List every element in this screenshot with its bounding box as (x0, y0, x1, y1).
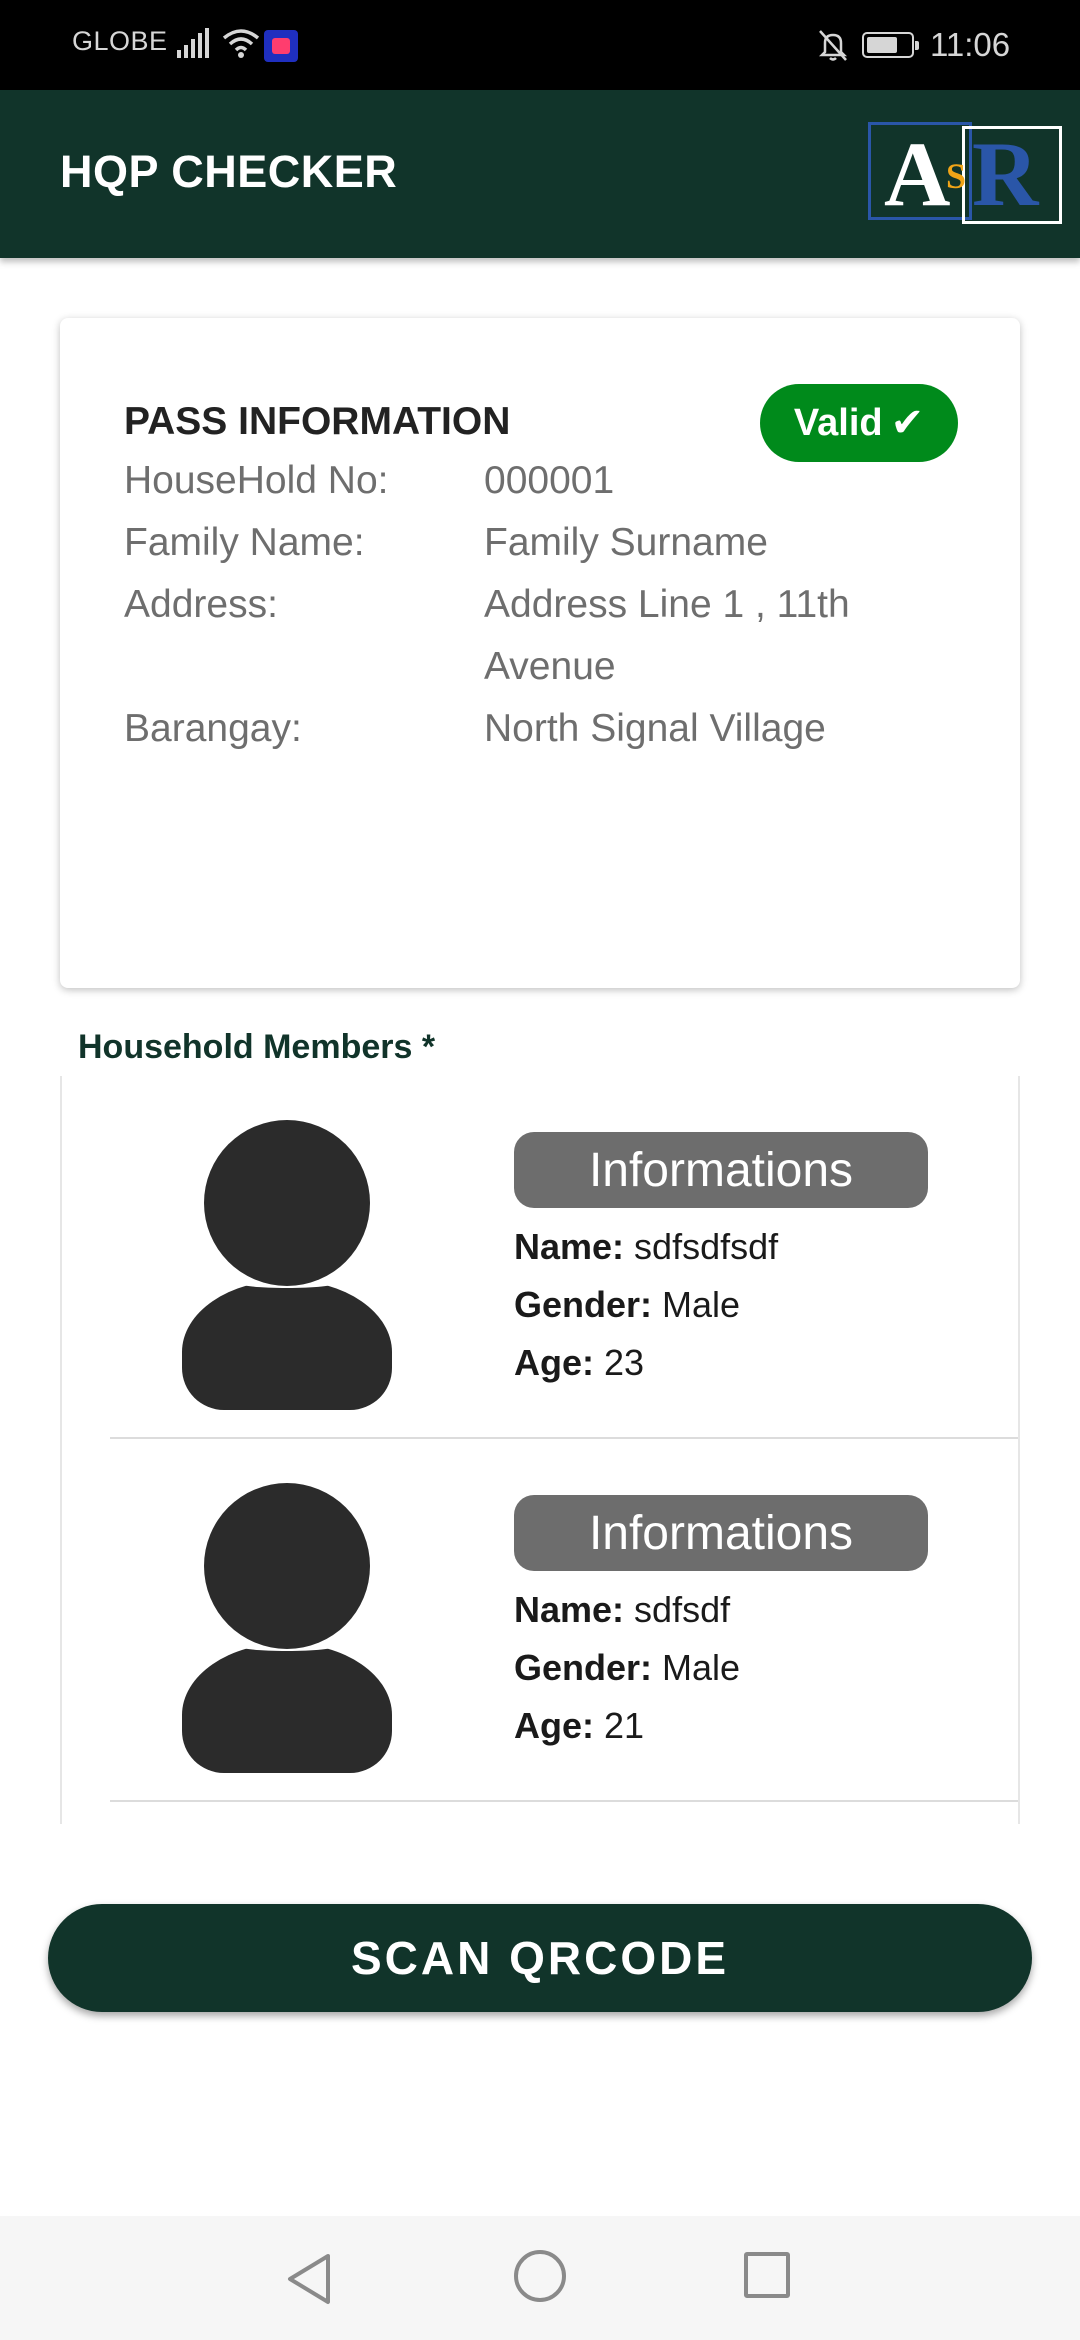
logo-letter-s: S (946, 156, 967, 196)
age-value: 21 (604, 1705, 645, 1746)
member-age: Age: 23 (514, 1342, 644, 1384)
logo-letter-r: R (972, 123, 1039, 225)
member-name: Name: sdfsdfsdf (514, 1226, 778, 1268)
gender-value: Male (662, 1284, 741, 1325)
status-bar: GLOBE 11:06 (0, 0, 1080, 90)
scan-qrcode-button[interactable]: SCAN QRCODE (48, 1904, 1032, 2012)
age-value: 23 (604, 1342, 645, 1383)
address-value: Address Line 1 , 11th Avenue (484, 583, 850, 688)
pass-information-card: PASS INFORMATION Valid ✔ HouseHold No: 0… (60, 318, 1020, 988)
barangay-value: North Signal Village (484, 707, 826, 750)
age-label: Age: (514, 1342, 604, 1383)
family-name-value: Family Surname (484, 521, 768, 564)
household-no-value: 000001 (484, 459, 615, 502)
lazada-app-icon (264, 30, 298, 62)
gender-label: Gender: (514, 1647, 663, 1688)
recent-apps-icon[interactable] (744, 2252, 790, 2298)
logo-letter-a: A (884, 123, 951, 225)
member-age: Age: 21 (514, 1705, 644, 1747)
name-label: Name: (514, 1226, 635, 1267)
member-gender: Gender: Male (514, 1647, 740, 1689)
name-value: sdfsdf (634, 1589, 731, 1630)
members-list[interactable]: Informations Name: sdfsdfsdf Gender: Mal… (60, 1076, 1020, 1824)
back-icon[interactable] (284, 2252, 334, 2311)
app-title: HQP CHECKER (60, 146, 398, 197)
divider (110, 1800, 1018, 1802)
avatar-icon (182, 1120, 392, 1410)
gender-label: Gender: (514, 1284, 663, 1325)
name-value: sdfsdfsdf (634, 1226, 779, 1267)
barangay-label: Barangay: (124, 707, 302, 750)
age-label: Age: (514, 1705, 604, 1746)
battery-icon (862, 32, 919, 58)
pass-heading: PASS INFORMATION (124, 400, 511, 443)
app-bar: HQP CHECKER A R S (0, 90, 1080, 258)
member-name: Name: sdfsdf (514, 1589, 730, 1631)
gender-value: Male (662, 1647, 741, 1688)
avatar-icon (182, 1483, 392, 1773)
informations-header: Informations (514, 1495, 928, 1571)
household-no-label: HouseHold No: (124, 459, 389, 502)
bell-off-icon (816, 28, 850, 67)
home-icon[interactable] (514, 2250, 566, 2302)
informations-header: Informations (514, 1132, 928, 1208)
status-label: Valid (793, 401, 883, 444)
system-nav-bar (0, 2216, 1080, 2340)
list-item[interactable]: Informations Name: sdfsdfsdf Gender: Mal… (62, 1076, 1018, 1439)
carrier-name: GLOBE (72, 26, 168, 56)
address-label: Address: (124, 583, 278, 626)
avatar-body (182, 1280, 392, 1410)
check-icon: ✔ (890, 401, 925, 445)
avatar-body (182, 1643, 392, 1773)
family-name-label: Family Name: (124, 521, 365, 564)
avatar-head (204, 1120, 370, 1286)
household-members-title: Household Members * (78, 1028, 436, 1066)
avatar-head (204, 1483, 370, 1649)
brand-logo: A R S (868, 122, 1064, 226)
wifi-icon (222, 28, 260, 65)
name-label: Name: (514, 1589, 635, 1630)
clock: 11:06 (930, 26, 1011, 63)
member-gender: Gender: Male (514, 1284, 740, 1326)
list-item[interactable]: Informations Name: sdfsdf Gender: Male A… (62, 1439, 1018, 1802)
signal-icon (176, 28, 212, 65)
